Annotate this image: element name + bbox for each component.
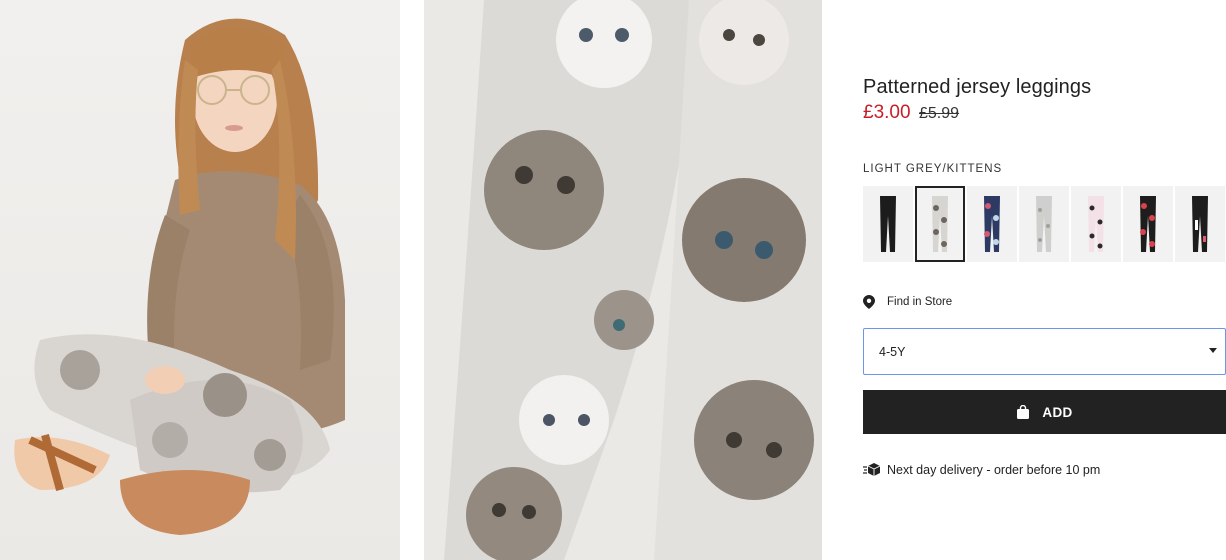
swatch-image [1192, 196, 1208, 252]
add-button-label: ADD [1042, 404, 1073, 420]
price-row: £3.00 £5.99 [863, 102, 959, 124]
product-photo-detail[interactable] [424, 0, 822, 560]
delivery-truck-icon [863, 463, 881, 476]
delivery-info: Next day delivery - order before 10 pm [863, 463, 1100, 477]
swatch-black-pattern[interactable] [1175, 186, 1225, 262]
find-in-store-label: Find in Store [887, 296, 953, 308]
find-in-store-link[interactable]: Find in Store [863, 295, 952, 309]
swatch-navy-floral[interactable] [967, 186, 1017, 262]
swatch-black[interactable] [863, 186, 913, 262]
selected-color-label: LIGHT GREY/KITTENS [863, 163, 1003, 175]
swatch-image [932, 196, 948, 252]
sale-price: £3.00 [863, 102, 911, 123]
shopping-bag-icon [1017, 405, 1030, 419]
swatch-light-pink-bows[interactable] [1071, 186, 1121, 262]
product-info-panel: Patterned jersey leggings £3.00 £5.99 LI… [863, 0, 1226, 560]
product-title: Patterned jersey leggings [863, 76, 1092, 98]
size-selected-value: 4-5Y [879, 344, 906, 359]
caret-down-icon [1209, 348, 1217, 353]
photo-gap [400, 0, 424, 560]
swatch-image [1088, 196, 1104, 252]
delivery-text: Next day delivery - order before 10 pm [887, 463, 1101, 477]
map-pin-icon [863, 295, 875, 309]
swatch-image [1140, 196, 1156, 252]
original-price: £5.99 [919, 105, 960, 122]
color-swatches [863, 186, 1226, 262]
size-dropdown[interactable]: 4-5Y [863, 328, 1226, 375]
product-photo-model[interactable] [0, 0, 400, 560]
swatch-light-grey-kittens[interactable] [915, 186, 965, 262]
swatch-image [880, 196, 896, 252]
swatch-image [1036, 196, 1052, 252]
leggings-detail-illustration [424, 0, 822, 560]
swatch-light-grey-pattern[interactable] [1019, 186, 1069, 262]
swatch-black-roses[interactable] [1123, 186, 1173, 262]
add-to-bag-button[interactable]: ADD [863, 390, 1226, 434]
swatch-image [984, 196, 1000, 252]
model-illustration [14, 18, 345, 535]
